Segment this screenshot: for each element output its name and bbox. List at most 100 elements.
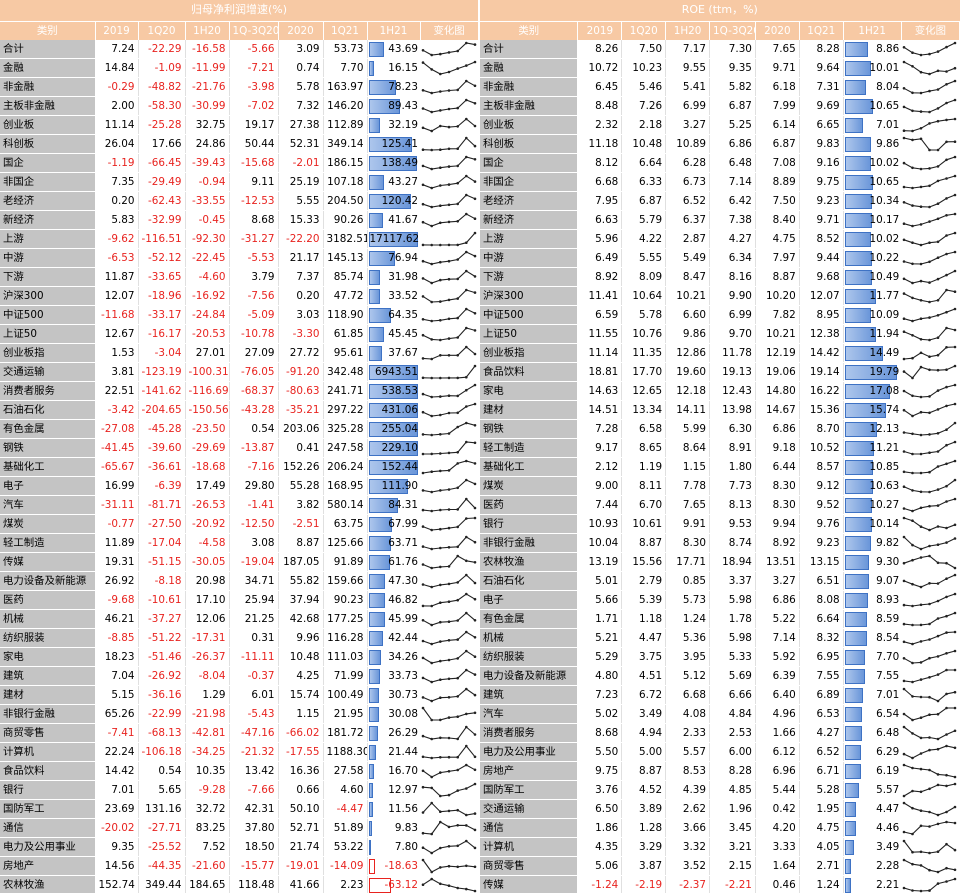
sparkline-point [473,506,477,510]
sparkline-point [473,482,477,486]
sparkline-point [911,851,915,854]
value-cell: -51.22 [138,628,186,649]
value-cell: 8.28 [799,39,844,60]
data-bar [368,745,376,761]
sparkline-point [473,84,477,88]
data-bar [844,80,866,96]
value-cell: 7.97 [755,248,800,269]
sparkline-point [456,277,459,281]
value-cell: 8.26 [577,39,623,60]
sparkline-point [936,599,940,603]
value-cell: 6.60 [665,305,711,326]
data-bar [844,213,872,229]
value-cell: -66.02 [278,723,324,744]
sparkline-point [465,497,468,501]
trend-sparkline-cell [420,628,479,649]
category-cell: 非银行金融 [480,533,579,554]
trend-sparkline [421,231,477,247]
value-cell: -11.68 [95,305,139,326]
value-cell: 4.96 [755,704,800,725]
value-cell: 184.65 [185,875,230,893]
value-cell: 0.66 [278,780,324,801]
sparkline-point [456,525,459,529]
trend-sparkline [902,41,957,57]
sparkline-point [945,577,949,581]
value-cell: 107.18 [323,172,368,193]
bar-value: 43.27 [388,176,418,189]
value-cell: 10.48 [621,134,667,155]
category-cell: 食品饮料 [480,362,579,383]
sparkline-point [465,478,468,482]
trend-sparkline [421,79,477,95]
sparkline-point [911,376,915,380]
value-cell: 37.80 [229,818,279,839]
value-cell: 6.14 [755,115,800,136]
column-header: 类别 [480,21,579,40]
h1-2021-bar-cell: 138.49 [367,153,420,174]
h1-2021-bar-cell: 7.01 [843,685,902,706]
value-cell: -52.12 [138,248,186,269]
value-cell: 11.35 [621,343,667,364]
h1-2021-bar-cell: 9.82 [843,533,902,554]
value-cell: -58.30 [138,96,186,117]
bar-value: 6.54 [876,708,900,721]
sparkline-point [465,535,468,539]
value-cell: 152.74 [95,875,139,893]
value-cell: 7.32 [278,96,324,117]
trend-sparkline-cell [420,571,479,592]
category-cell: 金融 [480,58,579,79]
sparkline-point [902,129,906,133]
sparkline-point [953,566,957,570]
data-bar [844,61,872,77]
sparkline-point [919,223,923,226]
value-cell: 5.55 [621,248,667,269]
sparkline-point [936,408,940,411]
value-cell: 25.94 [229,590,279,611]
h1-2021-bar-cell: 10.02 [843,153,902,174]
value-cell: 5.36 [665,628,711,649]
value-cell: 1.15 [278,704,324,725]
sparkline-point [953,307,957,311]
bar-value: 46.82 [388,594,418,607]
trend-sparkline-cell [420,875,479,893]
trend-sparkline-cell [901,514,960,535]
sparkline-point [421,107,425,111]
value-cell: 8.95 [799,305,844,326]
value-cell: -36.16 [138,685,186,706]
trend-sparkline-cell [420,704,479,725]
bar-value: 5.57 [876,784,900,797]
value-cell: 51.89 [323,818,368,839]
value-cell: 9.69 [799,96,844,117]
data-bar [368,346,382,362]
value-cell: 22.24 [95,742,139,763]
value-cell: 4.85 [709,780,756,801]
value-cell: -3.04 [138,343,186,364]
data-bar [844,707,862,723]
sparkline-point [928,52,932,56]
value-cell: -5.66 [229,39,279,60]
value-cell: 41.66 [278,875,324,893]
value-cell: 9.90 [709,286,756,307]
value-cell: 5.02 [577,704,623,725]
trend-sparkline [902,839,957,855]
value-cell: 14.67 [755,400,800,421]
table-row: 有色金属 -27.08 -45.28 -23.50 0.54 203.06 325.28 25… [0,419,479,440]
sparkline-point [936,699,940,703]
trend-sparkline [902,117,957,133]
sparkline-point [439,601,442,605]
trend-sparkline [421,193,477,209]
trend-sparkline-cell [901,96,960,117]
trend-sparkline-cell [420,552,479,573]
trend-sparkline [421,421,477,437]
bar-value: 2.21 [876,879,900,892]
value-cell: 112.89 [323,115,368,136]
sparkline-point [902,562,906,565]
sparkline-point [465,98,468,102]
table-row: 创业板指 1.53 -3.04 27.01 27.09 27.72 95.61 37.67 [0,343,479,364]
category-cell: 建材 [0,685,96,706]
sparkline-point [936,369,940,372]
h1-2021-bar-cell: 33.73 [367,666,420,687]
column-header: 变化图 [901,21,960,40]
category-cell: 创业板 [480,115,579,136]
value-cell: -6.39 [138,476,186,497]
